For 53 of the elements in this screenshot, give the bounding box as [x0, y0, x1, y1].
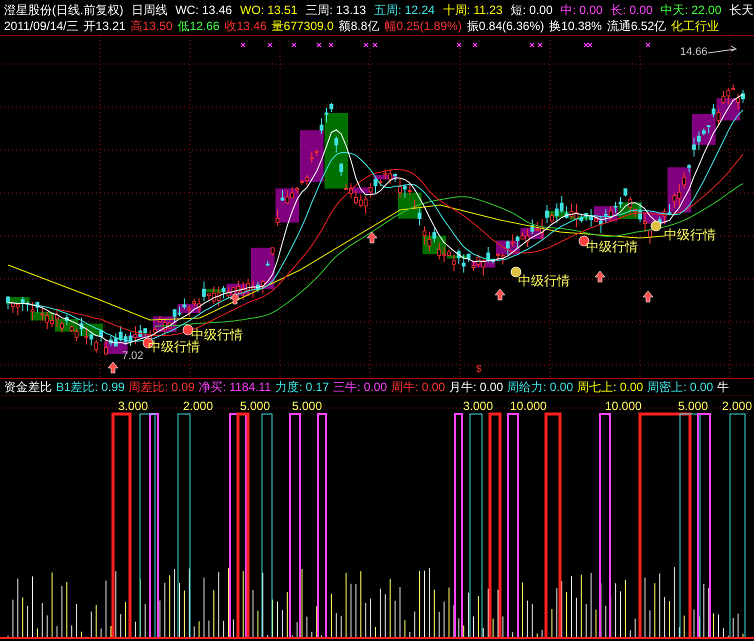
indicator-value: 力度: 0.17	[275, 378, 330, 396]
quote-field: 换10.38%	[549, 18, 602, 34]
price-label: 14.66	[680, 47, 708, 58]
indicator-value: 周七上: 0.00	[577, 378, 644, 396]
price-label: 7.02	[122, 351, 144, 362]
quote-field: 量677309.0	[272, 18, 334, 34]
quote-field: 澄星股份(日线.前复权)	[4, 2, 124, 18]
quote-field: 化工行业	[671, 18, 720, 34]
divider-marker: $	[476, 365, 482, 375]
signal-label: 中级行情	[148, 340, 200, 353]
quote-field: 收13.46	[224, 18, 267, 34]
quote-field: 日周线	[131, 2, 168, 18]
value-label: 3.000	[118, 400, 148, 412]
signal-label: 中级行情	[586, 240, 638, 253]
quote-field: 长: 0.00	[610, 2, 653, 18]
indicator-value: 周给力: 0.00	[507, 378, 574, 396]
indicator-value: B1差比: 0.99	[56, 378, 125, 396]
quote-field: 十周: 11.23	[442, 2, 503, 18]
indicator-value: 资金差比	[4, 378, 52, 396]
value-label: 10.000	[605, 400, 642, 412]
quote-field: WO: 13.51	[240, 2, 298, 18]
signal-label: 中级行情	[664, 228, 716, 241]
quote-field: 开13.21	[84, 18, 126, 34]
indicator-value: 牛	[717, 378, 730, 396]
value-label: 5.000	[240, 400, 270, 412]
indicator-value: 周牛: 0.00	[391, 378, 446, 396]
quote-field: 长天:	[729, 2, 754, 18]
quote-field: 幅0.25(1.89%)	[384, 18, 462, 34]
signal-label: 中级行情	[518, 274, 570, 287]
indicator-value: 净买: 1184.11	[198, 378, 271, 396]
signal-label: 中级行情	[191, 328, 243, 341]
quote-field: 高13.50	[130, 18, 173, 34]
value-label: 2.000	[722, 400, 752, 412]
quote-field: 五周: 12.24	[374, 2, 435, 18]
indicator-value: 周密上: 0.00	[647, 378, 714, 396]
quote-field: 三周: 13.13	[305, 2, 366, 18]
value-label: 5.000	[292, 400, 322, 412]
value-label: 10.000	[510, 400, 547, 412]
quote-field: 振0.84(6.36%)	[466, 18, 544, 34]
quote-field: WC: 13.46	[175, 2, 232, 18]
indicator-value: 三牛: 0.00	[333, 378, 388, 396]
quote-field: 中天: 22.00	[660, 2, 722, 18]
indicator-value: 月牛: 0.00	[449, 378, 504, 396]
quote-field: 短: 0.00	[510, 2, 553, 18]
quote-field: 中: 0.00	[560, 2, 603, 18]
value-label: 2.000	[183, 400, 214, 412]
quote-field: 低12.66	[178, 18, 220, 34]
value-label: 5.000	[678, 400, 708, 412]
indicator-value: 周差比: 0.09	[128, 378, 195, 396]
quote-field: 额8.8亿	[338, 18, 380, 34]
value-label: 3.000	[463, 400, 494, 412]
quote-field: 流通6.52亿	[606, 18, 666, 34]
quote-field: 2011/09/14/三	[4, 18, 79, 34]
